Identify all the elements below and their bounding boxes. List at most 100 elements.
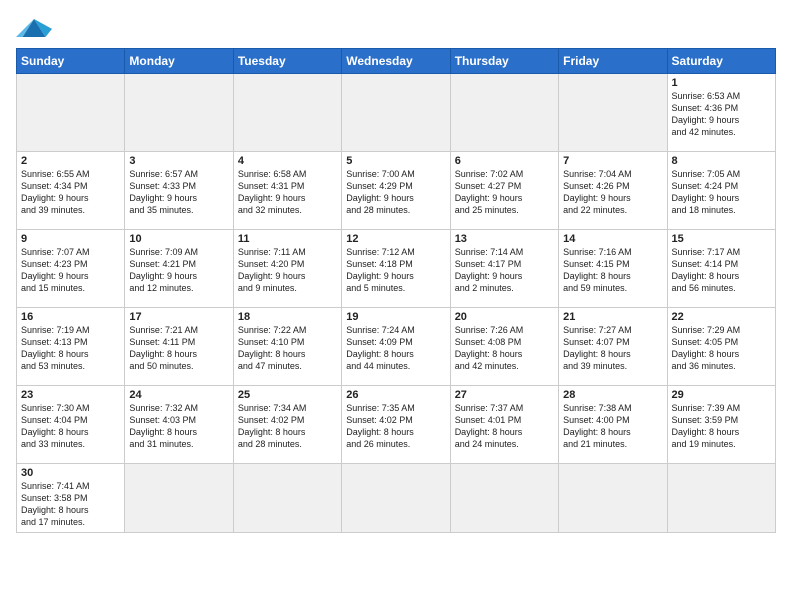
day-number: 24 [129,389,228,401]
calendar-cell: 9Sunrise: 7:07 AM Sunset: 4:23 PM Daylig… [17,230,125,308]
calendar-header-row: SundayMondayTuesdayWednesdayThursdayFrid… [17,49,776,74]
calendar-cell [17,74,125,152]
day-number: 8 [672,155,771,167]
calendar-cell: 2Sunrise: 6:55 AM Sunset: 4:34 PM Daylig… [17,152,125,230]
day-number: 11 [238,233,337,245]
calendar-cell: 5Sunrise: 7:00 AM Sunset: 4:29 PM Daylig… [342,152,450,230]
calendar-cell: 13Sunrise: 7:14 AM Sunset: 4:17 PM Dayli… [450,230,558,308]
day-number: 16 [21,311,120,323]
calendar-week-2: 2Sunrise: 6:55 AM Sunset: 4:34 PM Daylig… [17,152,776,230]
calendar-cell: 24Sunrise: 7:32 AM Sunset: 4:03 PM Dayli… [125,386,233,464]
calendar-cell [450,74,558,152]
calendar-cell [450,464,558,533]
calendar-cell: 21Sunrise: 7:27 AM Sunset: 4:07 PM Dayli… [559,308,667,386]
calendar-week-5: 23Sunrise: 7:30 AM Sunset: 4:04 PM Dayli… [17,386,776,464]
logo-icon [16,14,52,42]
day-info: Sunrise: 7:32 AM Sunset: 4:03 PM Dayligh… [129,402,228,451]
calendar-cell: 19Sunrise: 7:24 AM Sunset: 4:09 PM Dayli… [342,308,450,386]
day-info: Sunrise: 7:35 AM Sunset: 4:02 PM Dayligh… [346,402,445,451]
day-number: 23 [21,389,120,401]
header [16,10,776,42]
calendar-cell: 17Sunrise: 7:21 AM Sunset: 4:11 PM Dayli… [125,308,233,386]
calendar-cell: 22Sunrise: 7:29 AM Sunset: 4:05 PM Dayli… [667,308,775,386]
calendar-cell [233,74,341,152]
calendar-cell [559,464,667,533]
calendar-cell: 27Sunrise: 7:37 AM Sunset: 4:01 PM Dayli… [450,386,558,464]
calendar-cell: 16Sunrise: 7:19 AM Sunset: 4:13 PM Dayli… [17,308,125,386]
day-info: Sunrise: 7:07 AM Sunset: 4:23 PM Dayligh… [21,246,120,295]
calendar-cell: 11Sunrise: 7:11 AM Sunset: 4:20 PM Dayli… [233,230,341,308]
calendar-week-6: 30Sunrise: 7:41 AM Sunset: 3:58 PM Dayli… [17,464,776,533]
column-header-monday: Monday [125,49,233,74]
day-info: Sunrise: 6:57 AM Sunset: 4:33 PM Dayligh… [129,168,228,217]
day-info: Sunrise: 7:26 AM Sunset: 4:08 PM Dayligh… [455,324,554,373]
day-info: Sunrise: 7:21 AM Sunset: 4:11 PM Dayligh… [129,324,228,373]
calendar-cell: 15Sunrise: 7:17 AM Sunset: 4:14 PM Dayli… [667,230,775,308]
day-number: 13 [455,233,554,245]
calendar-cell: 4Sunrise: 6:58 AM Sunset: 4:31 PM Daylig… [233,152,341,230]
day-info: Sunrise: 7:34 AM Sunset: 4:02 PM Dayligh… [238,402,337,451]
calendar-cell: 23Sunrise: 7:30 AM Sunset: 4:04 PM Dayli… [17,386,125,464]
day-info: Sunrise: 7:41 AM Sunset: 3:58 PM Dayligh… [21,480,120,529]
day-number: 19 [346,311,445,323]
day-info: Sunrise: 7:22 AM Sunset: 4:10 PM Dayligh… [238,324,337,373]
column-header-sunday: Sunday [17,49,125,74]
calendar-cell: 3Sunrise: 6:57 AM Sunset: 4:33 PM Daylig… [125,152,233,230]
day-number: 25 [238,389,337,401]
calendar-cell: 20Sunrise: 7:26 AM Sunset: 4:08 PM Dayli… [450,308,558,386]
calendar-cell [233,464,341,533]
day-info: Sunrise: 7:02 AM Sunset: 4:27 PM Dayligh… [455,168,554,217]
day-info: Sunrise: 7:38 AM Sunset: 4:00 PM Dayligh… [563,402,662,451]
day-number: 14 [563,233,662,245]
day-info: Sunrise: 7:30 AM Sunset: 4:04 PM Dayligh… [21,402,120,451]
day-info: Sunrise: 7:05 AM Sunset: 4:24 PM Dayligh… [672,168,771,217]
column-header-thursday: Thursday [450,49,558,74]
column-header-wednesday: Wednesday [342,49,450,74]
column-header-tuesday: Tuesday [233,49,341,74]
day-info: Sunrise: 7:27 AM Sunset: 4:07 PM Dayligh… [563,324,662,373]
calendar-cell: 26Sunrise: 7:35 AM Sunset: 4:02 PM Dayli… [342,386,450,464]
day-number: 18 [238,311,337,323]
day-number: 22 [672,311,771,323]
calendar: SundayMondayTuesdayWednesdayThursdayFrid… [16,48,776,533]
calendar-cell: 12Sunrise: 7:12 AM Sunset: 4:18 PM Dayli… [342,230,450,308]
day-info: Sunrise: 7:14 AM Sunset: 4:17 PM Dayligh… [455,246,554,295]
day-number: 17 [129,311,228,323]
calendar-cell: 29Sunrise: 7:39 AM Sunset: 3:59 PM Dayli… [667,386,775,464]
page: SundayMondayTuesdayWednesdayThursdayFrid… [0,0,792,543]
calendar-cell: 25Sunrise: 7:34 AM Sunset: 4:02 PM Dayli… [233,386,341,464]
calendar-cell: 14Sunrise: 7:16 AM Sunset: 4:15 PM Dayli… [559,230,667,308]
day-number: 2 [21,155,120,167]
day-number: 1 [672,77,771,89]
day-number: 20 [455,311,554,323]
calendar-week-1: 1Sunrise: 6:53 AM Sunset: 4:36 PM Daylig… [17,74,776,152]
day-info: Sunrise: 7:17 AM Sunset: 4:14 PM Dayligh… [672,246,771,295]
day-number: 12 [346,233,445,245]
calendar-cell: 18Sunrise: 7:22 AM Sunset: 4:10 PM Dayli… [233,308,341,386]
calendar-cell: 1Sunrise: 6:53 AM Sunset: 4:36 PM Daylig… [667,74,775,152]
day-info: Sunrise: 6:53 AM Sunset: 4:36 PM Dayligh… [672,90,771,139]
calendar-cell [125,464,233,533]
day-info: Sunrise: 7:12 AM Sunset: 4:18 PM Dayligh… [346,246,445,295]
day-info: Sunrise: 6:55 AM Sunset: 4:34 PM Dayligh… [21,168,120,217]
day-info: Sunrise: 7:37 AM Sunset: 4:01 PM Dayligh… [455,402,554,451]
calendar-cell: 6Sunrise: 7:02 AM Sunset: 4:27 PM Daylig… [450,152,558,230]
calendar-week-3: 9Sunrise: 7:07 AM Sunset: 4:23 PM Daylig… [17,230,776,308]
day-info: Sunrise: 7:00 AM Sunset: 4:29 PM Dayligh… [346,168,445,217]
day-number: 28 [563,389,662,401]
day-number: 26 [346,389,445,401]
day-number: 9 [21,233,120,245]
day-info: Sunrise: 7:29 AM Sunset: 4:05 PM Dayligh… [672,324,771,373]
column-header-saturday: Saturday [667,49,775,74]
day-info: Sunrise: 7:39 AM Sunset: 3:59 PM Dayligh… [672,402,771,451]
day-number: 7 [563,155,662,167]
calendar-cell: 10Sunrise: 7:09 AM Sunset: 4:21 PM Dayli… [125,230,233,308]
day-number: 21 [563,311,662,323]
day-info: Sunrise: 6:58 AM Sunset: 4:31 PM Dayligh… [238,168,337,217]
calendar-cell [667,464,775,533]
calendar-cell: 28Sunrise: 7:38 AM Sunset: 4:00 PM Dayli… [559,386,667,464]
calendar-cell: 7Sunrise: 7:04 AM Sunset: 4:26 PM Daylig… [559,152,667,230]
calendar-cell [125,74,233,152]
calendar-cell: 8Sunrise: 7:05 AM Sunset: 4:24 PM Daylig… [667,152,775,230]
day-info: Sunrise: 7:11 AM Sunset: 4:20 PM Dayligh… [238,246,337,295]
